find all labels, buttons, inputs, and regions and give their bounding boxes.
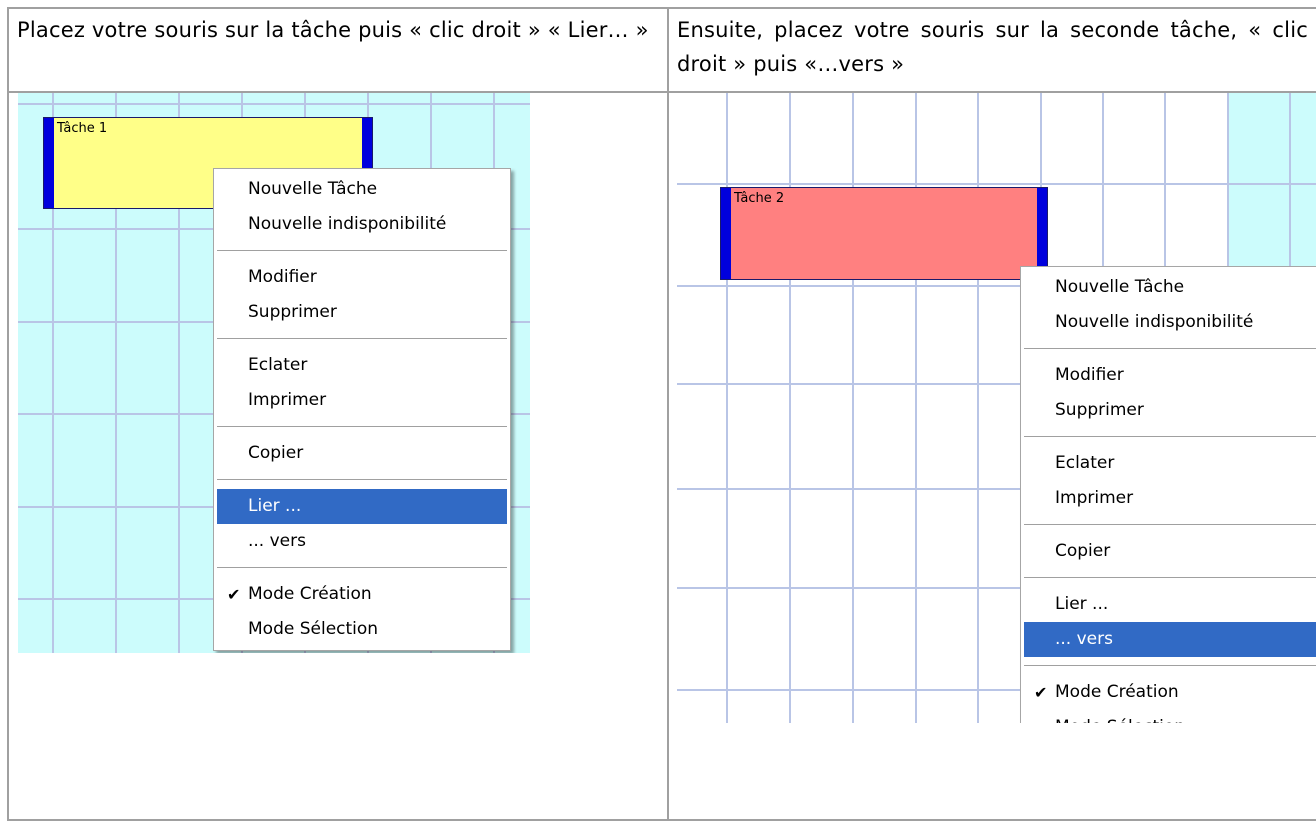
task-resize-handle-left[interactable] [44,118,54,208]
task-label: Tâche 2 [734,191,785,206]
menu-separator [217,479,507,481]
instruction-table: Placez votre souris sur la tâche puis « … [7,7,1316,821]
screenshot-cell-right: Tâche 2 Nouvelle Tâche Nouvelle indispon… [667,91,1316,821]
menu-item-nouvelle-indisponibilite[interactable]: Nouvelle indisponibilité [217,207,507,242]
planning-grid-right: Tâche 2 Nouvelle Tâche Nouvelle indispon… [677,93,1316,723]
context-menu-left: Nouvelle Tâche Nouvelle indisponibilité … [213,168,511,651]
menu-item-nouvelle-tache[interactable]: Nouvelle Tâche [217,172,507,207]
menu-separator [217,250,507,252]
menu-item-modifier[interactable]: Modifier [1024,358,1316,393]
menu-separator [1024,577,1316,579]
menu-item-label: Mode Création [248,584,372,604]
menu-separator [1024,665,1316,667]
menu-item-mode-creation[interactable]: ✔ Mode Création [217,577,507,612]
task-label: Tâche 1 [57,121,108,136]
menu-item-modifier[interactable]: Modifier [217,260,507,295]
task-bar-2[interactable]: Tâche 2 [720,187,1048,280]
planning-grid-left: Tâche 1 Nouvelle Tâche Nouvelle indispon… [18,93,530,653]
menu-separator [217,426,507,428]
menu-item-mode-creation[interactable]: ✔ Mode Création [1024,675,1316,710]
menu-item-copier[interactable]: Copier [217,436,507,471]
menu-item-mode-selection[interactable]: Mode Sélection [1024,710,1316,723]
menu-item-vers[interactable]: ... vers [217,524,507,559]
menu-item-supprimer[interactable]: Supprimer [1024,393,1316,428]
menu-item-mode-selection[interactable]: Mode Sélection [217,612,507,647]
menu-item-lier[interactable]: Lier ... [1024,587,1316,622]
check-icon: ✔ [1034,683,1048,702]
menu-item-copier[interactable]: Copier [1024,534,1316,569]
menu-item-eclater[interactable]: Eclater [217,348,507,383]
context-menu-right: Nouvelle Tâche Nouvelle indisponibilité … [1020,266,1316,723]
menu-item-vers[interactable]: ... vers [1024,622,1316,657]
menu-separator [217,338,507,340]
menu-item-supprimer[interactable]: Supprimer [217,295,507,330]
menu-separator [1024,348,1316,350]
screenshot-cell-left: Tâche 1 Nouvelle Tâche Nouvelle indispon… [7,91,669,821]
task-resize-handle-left[interactable] [721,188,731,279]
menu-item-lier[interactable]: Lier ... [217,489,507,524]
menu-separator [1024,524,1316,526]
instruction-right: Ensuite, placez votre souris sur la seco… [667,7,1316,93]
menu-item-imprimer[interactable]: Imprimer [1024,481,1316,516]
menu-item-eclater[interactable]: Eclater [1024,446,1316,481]
menu-item-label: Mode Création [1055,682,1179,702]
menu-item-nouvelle-indisponibilite[interactable]: Nouvelle indisponibilité [1024,305,1316,340]
menu-item-nouvelle-tache[interactable]: Nouvelle Tâche [1024,270,1316,305]
menu-item-imprimer[interactable]: Imprimer [217,383,507,418]
check-icon: ✔ [227,585,241,604]
menu-separator [1024,436,1316,438]
menu-separator [217,567,507,569]
instruction-left: Placez votre souris sur la tâche puis « … [7,7,669,93]
